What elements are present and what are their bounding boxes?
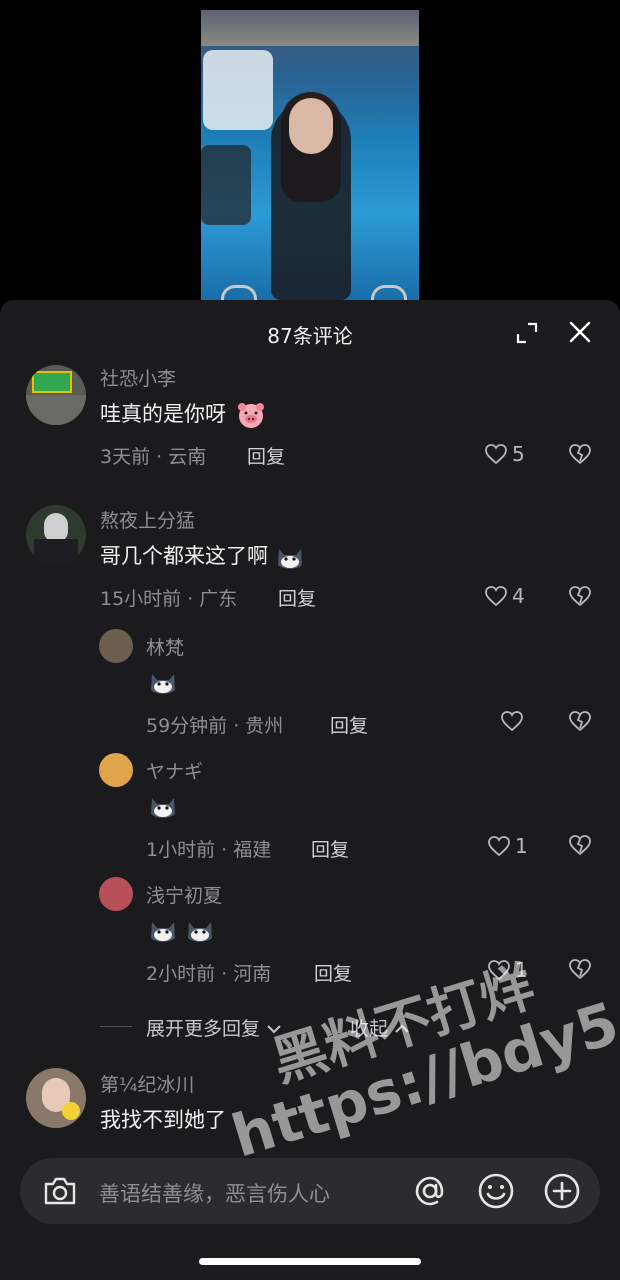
- thread-divider: [100, 1026, 132, 1027]
- dislike-heart-icon[interactable]: [568, 834, 592, 856]
- comment-text: 哇真的是你呀: [100, 398, 267, 429]
- reply-button[interactable]: 回复: [314, 959, 352, 986]
- dislike-heart-icon[interactable]: [568, 710, 592, 732]
- heart-icon: [501, 711, 523, 732]
- reply-button[interactable]: 回复: [247, 442, 285, 469]
- like-count: 5: [512, 442, 525, 466]
- pig-emoji-icon: [237, 403, 264, 428]
- at-icon[interactable]: [411, 1172, 449, 1210]
- chevron-up-icon: [395, 1024, 409, 1033]
- heart-icon: [485, 586, 507, 607]
- like-button[interactable]: 1: [487, 958, 528, 982]
- cat-emoji-icon: [277, 549, 302, 569]
- heart-icon: [488, 960, 510, 981]
- avatar[interactable]: [26, 505, 86, 565]
- like-button[interactable]: [500, 710, 528, 732]
- home-indicator: [199, 1258, 421, 1265]
- comment-username[interactable]: 第¼纪冰川: [100, 1070, 194, 1097]
- comment-username[interactable]: 社恐小李: [100, 364, 176, 391]
- video-preview[interactable]: [201, 10, 419, 300]
- reply-username[interactable]: ヤナギ: [146, 757, 203, 784]
- avatar[interactable]: [26, 365, 86, 425]
- cat-emoji-icon: [151, 798, 175, 818]
- comment-username[interactable]: 熬夜上分猛: [100, 506, 195, 533]
- reply-meta: 59分钟前 · 贵州: [146, 715, 284, 737]
- avatar[interactable]: [99, 753, 133, 787]
- comment-input[interactable]: 善语结善缘，恶言伤人心: [99, 1178, 330, 1208]
- like-count: 1: [515, 958, 528, 982]
- cat-emoji-icon: [188, 922, 212, 942]
- reply-username[interactable]: 林梵: [146, 633, 184, 660]
- like-count: 1: [515, 834, 528, 858]
- collapse-replies-button[interactable]: 收起: [350, 1014, 410, 1041]
- avatar[interactable]: [26, 1068, 86, 1128]
- camera-icon[interactable]: [42, 1175, 78, 1207]
- heart-icon: [485, 444, 507, 465]
- plus-icon[interactable]: [543, 1172, 581, 1210]
- like-button[interactable]: 1: [487, 834, 528, 858]
- cat-emoji-icon: [151, 922, 175, 942]
- expand-icon[interactable]: [516, 322, 538, 344]
- comment-text: 哥几个都来这了啊: [100, 540, 305, 571]
- dislike-heart-icon[interactable]: [568, 958, 592, 980]
- reply-meta: 2小时前 · 河南: [146, 963, 272, 985]
- comment-meta: 3天前 · 云南: [100, 446, 207, 468]
- reply-button[interactable]: 回复: [311, 835, 349, 862]
- comment-meta: 15小时前 · 广东: [100, 588, 238, 610]
- like-count: 4: [512, 584, 525, 608]
- reply-button[interactable]: 回复: [278, 584, 316, 611]
- comment-text: 我找不到她了: [100, 1108, 226, 1132]
- close-icon[interactable]: [568, 320, 592, 344]
- cat-emoji-icon: [151, 674, 175, 694]
- reply-meta: 1小时前 · 福建: [146, 839, 272, 861]
- reply-username[interactable]: 浅宁初夏: [146, 881, 222, 908]
- expand-replies-button[interactable]: 展开更多回复: [146, 1014, 282, 1041]
- like-button[interactable]: 4: [484, 584, 525, 608]
- avatar[interactable]: [99, 629, 133, 663]
- avatar[interactable]: [99, 877, 133, 911]
- comment-sheet: [0, 300, 620, 1280]
- like-button[interactable]: 5: [484, 442, 525, 466]
- dislike-heart-icon[interactable]: [568, 585, 592, 607]
- dislike-heart-icon[interactable]: [568, 443, 592, 465]
- chevron-down-icon: [267, 1025, 281, 1034]
- emoji-smile-icon[interactable]: [477, 1172, 515, 1210]
- heart-icon: [488, 836, 510, 857]
- reply-button[interactable]: 回复: [330, 711, 368, 738]
